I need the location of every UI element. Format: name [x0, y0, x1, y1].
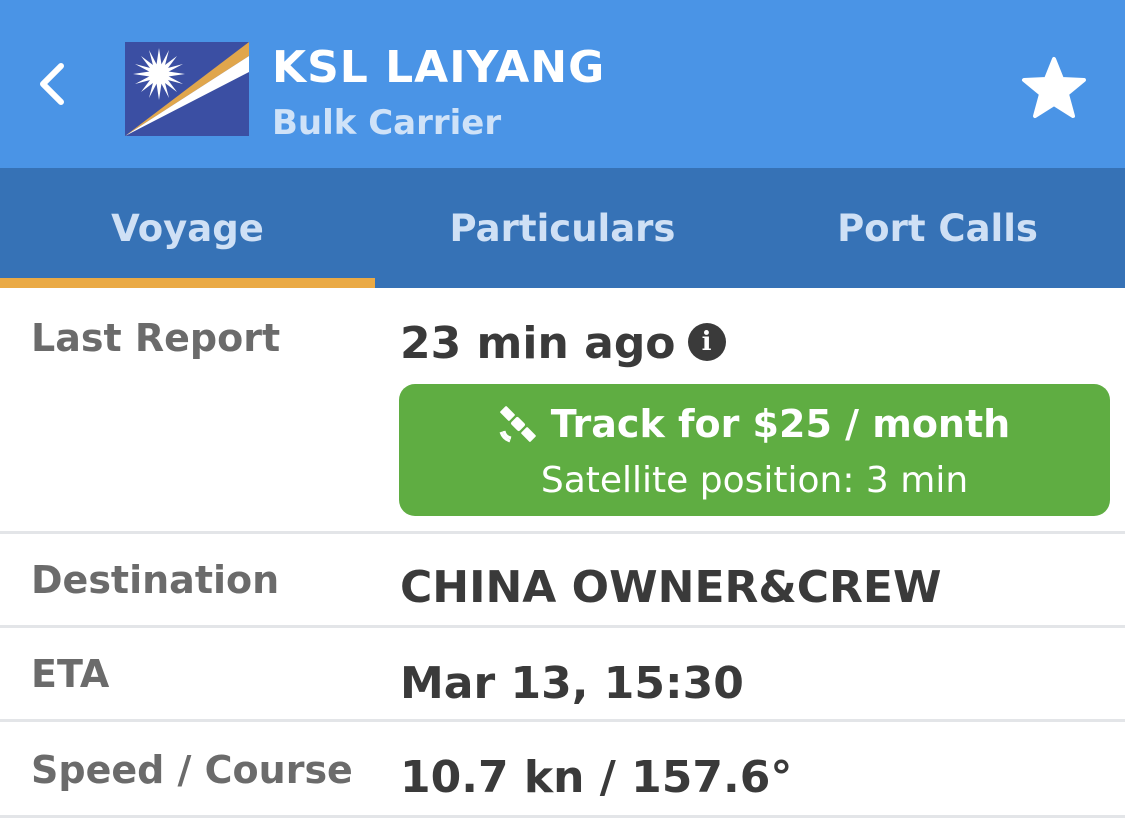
track-title: Track for $25 / month — [550, 402, 1011, 446]
info-icon[interactable]: i — [687, 323, 726, 361]
tab-voyage[interactable]: Voyage — [0, 168, 375, 288]
favorite-button[interactable] — [1018, 52, 1090, 124]
destination-value: CHINA OWNER&CREW — [400, 562, 942, 613]
tab-port-calls[interactable]: Port Calls — [750, 168, 1125, 288]
destination-row: Destination CHINA OWNER&CREW — [0, 534, 1125, 628]
last-report-value-wrap: 23 min ago i — [400, 318, 726, 369]
speed-course-value: 10.7 kn / 157.6° — [400, 752, 793, 803]
star-icon — [1022, 57, 1086, 118]
eta-row: ETA Mar 13, 15:30 — [0, 628, 1125, 722]
satellite-icon — [499, 406, 536, 443]
destination-label: Destination — [31, 558, 280, 602]
tab-particulars[interactable]: Particulars — [375, 168, 750, 288]
eta-label: ETA — [31, 652, 110, 696]
track-subscription-button[interactable]: Track for $25 / month Satellite position… — [399, 384, 1110, 516]
vessel-name: KSL LAIYANG — [272, 42, 606, 93]
speed-course-label: Speed / Course — [31, 748, 353, 792]
eta-value: Mar 13, 15:30 — [400, 658, 744, 709]
speed-course-row: Speed / Course 10.7 kn / 157.6° — [0, 722, 1125, 818]
track-title-line: Track for $25 / month — [399, 402, 1110, 446]
app-header: KSL LAIYANG Bulk Carrier — [0, 0, 1125, 168]
last-report-label: Last Report — [31, 316, 281, 360]
tab-bar: Voyage Particulars Port Calls — [0, 168, 1125, 288]
marshall-islands-flag — [125, 42, 249, 136]
chevron-left-icon — [40, 63, 64, 105]
vessel-type: Bulk Carrier — [272, 103, 502, 143]
track-subtitle: Satellite position: 3 min — [540, 460, 969, 501]
last-report-value: 23 min ago — [400, 318, 676, 369]
back-button[interactable] — [22, 44, 82, 124]
